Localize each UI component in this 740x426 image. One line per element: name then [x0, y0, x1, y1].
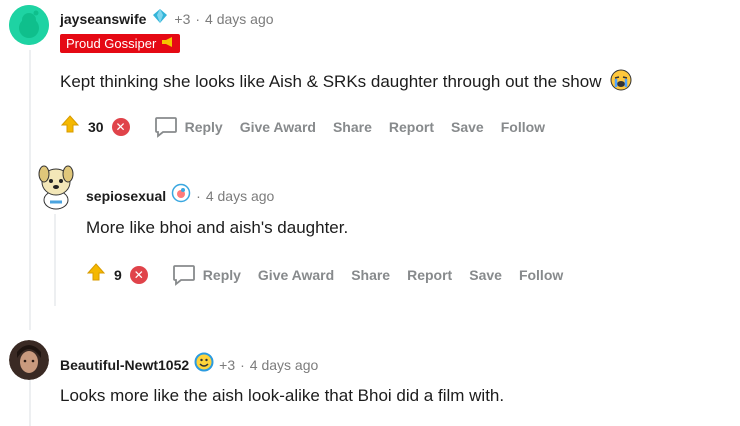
reply-button[interactable]: Reply [154, 116, 223, 138]
comment-text: Looks more like the aish look-alike that… [60, 386, 505, 405]
comment-actions: 30 ✕ Reply Give Award Share Report Save … [60, 114, 562, 139]
comment-header: jayseanswife +3 · 4 days ago [60, 8, 274, 29]
comment-text: More like bhoi and aish's daughter. [86, 218, 349, 237]
upvote-icon[interactable] [60, 114, 80, 139]
reply-button[interactable]: Reply [172, 264, 241, 286]
vote-controls: 30 ✕ [60, 114, 130, 139]
comment-body: Looks more like the aish look-alike that… [60, 386, 504, 406]
award-icon[interactable] [171, 183, 191, 208]
comment-header: sepiosexual · 4 days ago [86, 183, 274, 208]
thread-line[interactable] [54, 214, 56, 306]
upvote-icon[interactable] [86, 262, 106, 287]
snoo-avatar-icon [9, 5, 49, 45]
separator: · [196, 187, 201, 204]
megaphone-icon [161, 36, 174, 51]
avatar[interactable] [36, 162, 76, 210]
downvote-button[interactable]: ✕ [129, 265, 148, 284]
username[interactable]: Beautiful-Newt1052 [60, 357, 189, 373]
award-count[interactable]: +3 [174, 11, 190, 27]
timestamp[interactable]: 4 days ago [250, 357, 319, 373]
share-button[interactable]: Share [333, 119, 372, 135]
award-icon[interactable] [151, 8, 169, 29]
avatar[interactable] [9, 340, 49, 380]
thread-line[interactable] [29, 378, 31, 426]
flair-label: Proud Gossiper [66, 36, 157, 51]
comment-actions: 9 ✕ Reply Give Award Share Report Save F… [86, 262, 580, 287]
award-count[interactable]: +3 [219, 357, 235, 373]
timestamp[interactable]: 4 days ago [206, 188, 275, 204]
separator: · [195, 10, 201, 27]
username[interactable]: sepiosexual [86, 188, 166, 204]
save-button[interactable]: Save [451, 119, 484, 135]
downvote-button[interactable]: ✕ [111, 117, 130, 136]
comment-body: More like bhoi and aish's daughter. [86, 218, 348, 238]
vote-controls: 9 ✕ [86, 262, 148, 287]
crying-emoji-icon [610, 69, 632, 96]
share-button[interactable]: Share [351, 267, 390, 283]
thread-line[interactable] [29, 50, 31, 330]
award-icon[interactable] [194, 352, 214, 377]
give-award-button[interactable]: Give Award [240, 119, 316, 135]
give-award-button[interactable]: Give Award [258, 267, 334, 283]
vote-score: 9 [114, 266, 122, 283]
comment-icon [154, 116, 177, 138]
comment-icon [172, 264, 195, 286]
comment-text: Kept thinking she looks like Aish & SRKs… [60, 72, 602, 91]
comment-body: Kept thinking she looks like Aish & SRKs… [60, 69, 632, 96]
save-button[interactable]: Save [469, 267, 502, 283]
avatar[interactable] [9, 5, 49, 45]
username[interactable]: jayseanswife [60, 11, 146, 27]
vote-score: 30 [88, 118, 104, 135]
reply-label: Reply [184, 118, 223, 135]
separator: · [240, 356, 245, 373]
report-button[interactable]: Report [389, 119, 434, 135]
report-button[interactable]: Report [407, 267, 452, 283]
reply-label: Reply [202, 266, 241, 283]
follow-button[interactable]: Follow [501, 119, 545, 135]
user-photo-icon [9, 340, 49, 380]
timestamp[interactable]: 4 days ago [205, 11, 274, 27]
dog-avatar-icon [38, 165, 74, 210]
comment-header: Beautiful-Newt1052 +3 · 4 days ago [60, 352, 318, 377]
follow-button[interactable]: Follow [519, 267, 563, 283]
user-flair: Proud Gossiper [60, 34, 181, 53]
